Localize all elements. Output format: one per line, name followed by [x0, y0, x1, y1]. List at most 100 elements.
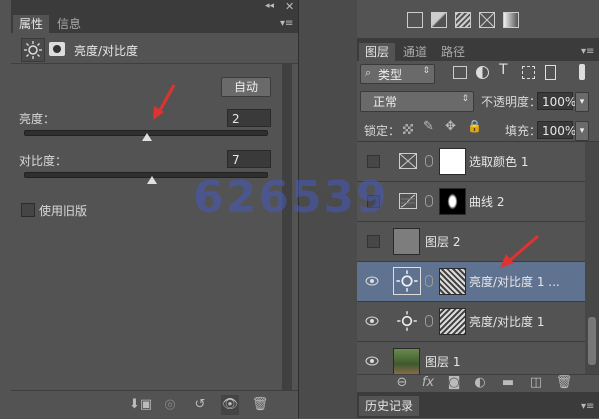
layer-row[interactable]: 曲线 2: [357, 182, 585, 222]
delete-layer-icon[interactable]: 🗑: [555, 374, 573, 392]
layer-mask-thumbnail[interactable]: [439, 188, 466, 215]
link-icon[interactable]: [425, 155, 433, 167]
reset-icon[interactable]: ↺: [191, 395, 209, 415]
link-icon[interactable]: [425, 315, 433, 327]
filter-adjustment-icon[interactable]: [476, 66, 489, 79]
brightness-slider-thumb[interactable]: [142, 133, 153, 141]
search-icon: ⌕: [365, 66, 372, 79]
blend-mode-label: 正常: [373, 95, 398, 109]
lock-position-icon[interactable]: ✥: [445, 119, 456, 134]
tab-layers[interactable]: 图层: [359, 43, 396, 61]
contrast-value-field[interactable]: 7: [227, 150, 271, 168]
layer-name[interactable]: 图层 2: [425, 233, 460, 250]
visibility-toggle[interactable]: [367, 235, 380, 248]
brightness-label: 亮度：: [19, 112, 56, 126]
layer-mask-thumbnail[interactable]: [439, 308, 466, 335]
blend-mode-select[interactable]: 正常 ⇕: [360, 91, 474, 112]
lock-transparent-icon[interactable]: [403, 124, 413, 134]
layers-tabbar: 图层 通道 路径 ▾≡: [357, 43, 599, 61]
fill-label: 填充：: [505, 124, 542, 138]
opacity-dropdown-button[interactable]: ▾: [575, 92, 589, 112]
tab-paths[interactable]: 路径: [435, 43, 471, 61]
layer-mask-thumbnail[interactable]: [439, 268, 466, 295]
panel-menu-icon[interactable]: ▾≡: [280, 18, 294, 30]
tab-properties[interactable]: 属性: [13, 15, 50, 33]
brightness-contrast-icon: [393, 267, 421, 295]
legacy-checkbox[interactable]: [21, 203, 35, 217]
right-panels: 图层 通道 路径 ▾≡ ⌕ 类型 ⇕ T 正常 ⇕ 不透明度： 100% ▾ 锁…: [357, 0, 599, 418]
tab-info[interactable]: 信息: [51, 15, 87, 33]
divider: [11, 63, 298, 64]
link-icon[interactable]: [425, 195, 433, 207]
tab-history[interactable]: 历史记录: [359, 396, 420, 416]
layer-name[interactable]: 图层 1: [425, 353, 460, 370]
selective-color-adjust-icon[interactable]: [479, 12, 495, 28]
layer-mask-thumbnail[interactable]: [439, 148, 466, 175]
brightness-contrast-icon: [395, 309, 419, 333]
layers-bottombar: ⊖ fx ◙ ◐ ▬ ◫ 🗑: [357, 374, 599, 393]
brightness-value-field[interactable]: 2: [227, 109, 271, 127]
lock-pixels-icon[interactable]: ✎: [423, 119, 434, 134]
layers-menu-icon[interactable]: ▾≡: [581, 46, 595, 58]
layer-name[interactable]: 亮度/对比度 1 ...: [469, 273, 560, 290]
view-previous-icon[interactable]: ◎: [161, 395, 179, 415]
eye-icon[interactable]: [365, 355, 379, 367]
fill-dropdown-button[interactable]: ▾: [575, 121, 589, 141]
auto-button[interactable]: 自动: [221, 77, 271, 97]
properties-title: 亮度/对比度: [74, 44, 139, 58]
exposure-adjust-icon[interactable]: [431, 12, 447, 28]
new-layer-icon[interactable]: ◫: [527, 374, 545, 392]
toggle-visibility-icon[interactable]: 👁: [221, 395, 239, 415]
layer-row-selected[interactable]: 亮度/对比度 1 ...: [357, 262, 585, 302]
link-layers-icon[interactable]: ⊖: [393, 374, 411, 392]
clip-to-layer-icon[interactable]: ⬇▣: [129, 395, 152, 415]
eye-icon[interactable]: [365, 315, 379, 327]
delete-icon[interactable]: 🗑: [251, 395, 269, 415]
filter-toggle-icon[interactable]: [579, 64, 585, 80]
annotation-arrow: [500, 234, 539, 268]
contrast-slider-thumb[interactable]: [147, 176, 158, 184]
close-icon[interactable]: ✕: [285, 0, 294, 13]
lock-all-icon[interactable]: 🔒: [467, 119, 482, 133]
chevron-updown-icon: ⇕: [461, 94, 469, 104]
layer-row[interactable]: 图层 2: [357, 222, 585, 262]
tab-channels[interactable]: 通道: [397, 43, 433, 61]
fx-icon[interactable]: fx: [419, 374, 437, 392]
layer-thumbnail[interactable]: [393, 348, 420, 375]
panel-header-strip: ◂◂ ✕: [11, 0, 298, 15]
contrast-label: 对比度：: [19, 154, 68, 168]
add-mask-icon[interactable]: ◙: [445, 374, 463, 392]
layer-filter-select[interactable]: ⌕ 类型 ⇕: [360, 64, 435, 84]
history-menu-icon[interactable]: ▾≡: [581, 401, 595, 413]
filter-shape-icon[interactable]: [522, 66, 535, 79]
mask-icon[interactable]: [49, 42, 65, 56]
annotation-arrow: [153, 84, 176, 120]
filter-smart-object-icon[interactable]: [545, 65, 556, 80]
properties-bottombar: ⬇▣ ◎ ↺ 👁 🗑: [11, 390, 298, 419]
gradient-fill-icon[interactable]: [503, 12, 519, 28]
new-group-icon[interactable]: ▬: [499, 374, 517, 392]
fill-field[interactable]: 100%: [537, 121, 576, 139]
opacity-field[interactable]: 100%: [537, 92, 576, 110]
layer-row[interactable]: 亮度/对比度 1: [357, 302, 585, 342]
layer-name[interactable]: 亮度/对比度 1: [469, 313, 545, 330]
layer-row[interactable]: 选取颜色 1: [357, 142, 585, 182]
history-tabbar: 历史记录 ▾≡: [357, 396, 599, 418]
brightness-contrast-icon: [21, 38, 45, 62]
eye-icon[interactable]: [365, 275, 379, 287]
layer-name[interactable]: 曲线 2: [469, 193, 504, 210]
curves-adjust-icon[interactable]: [407, 12, 423, 28]
link-icon[interactable]: [425, 275, 433, 287]
collapse-icon[interactable]: ◂◂: [265, 1, 274, 11]
filter-type-icon[interactable]: T: [499, 62, 508, 78]
layer-thumbnail[interactable]: [393, 228, 420, 255]
scrollbar-thumb[interactable]: [588, 317, 596, 365]
visibility-toggle[interactable]: [367, 155, 380, 168]
gradient-map-icon[interactable]: [455, 12, 471, 28]
filter-pixel-icon[interactable]: [453, 66, 467, 79]
layer-name[interactable]: 选取颜色 1: [469, 153, 528, 170]
properties-scrollbar[interactable]: [282, 64, 292, 390]
new-adjustment-icon[interactable]: ◐: [471, 374, 489, 392]
layers-scrollbar[interactable]: [585, 142, 599, 374]
layers-list: 选取颜色 1 曲线 2 图层 2 亮度/对比度 1 ... 亮度/对比度 1 图…: [357, 142, 599, 382]
